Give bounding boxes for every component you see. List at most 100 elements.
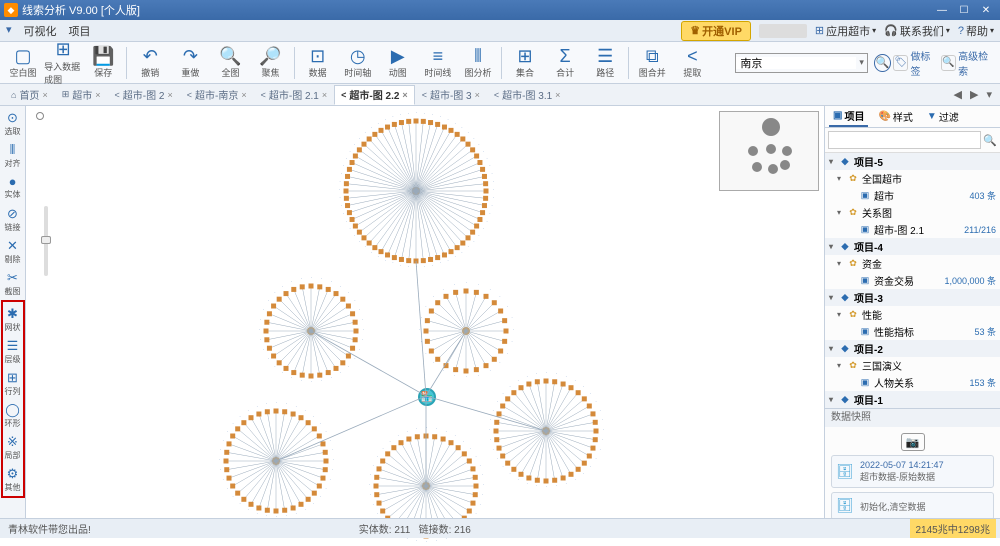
tool-导入数据成图[interactable]: ⊞导入数据成图 <box>44 44 82 82</box>
tool-撤销[interactable]: ↶撤销 <box>131 44 169 82</box>
tool-全图[interactable]: 🔍全图 <box>211 44 249 82</box>
tree-folder[interactable]: ▾✿性能 <box>825 306 1000 323</box>
side-链接[interactable]: ⊘链接 <box>2 204 24 234</box>
svg-text:·: · <box>486 156 487 161</box>
side-剔除[interactable]: ✕剔除 <box>2 236 24 266</box>
svg-text:·: · <box>432 112 433 117</box>
tab-超市-图 2.1[interactable]: <超市-图 2.1× <box>254 85 335 105</box>
hub-node[interactable]: 🏪 <box>418 388 436 406</box>
tab-project[interactable]: ▣项目 <box>829 106 868 127</box>
svg-text:·: · <box>490 286 491 291</box>
tab-nav[interactable]: ▾ <box>982 88 996 101</box>
vip-button[interactable]: ♛开通VIP <box>681 21 751 41</box>
advanced-search-button[interactable]: 🔍高级检索 <box>941 48 996 78</box>
svg-text:·: · <box>483 149 484 154</box>
side-实体[interactable]: ●实体 <box>2 172 24 202</box>
tool-路径[interactable]: ☰路径 <box>586 44 624 82</box>
layout-网状[interactable]: ✱网状 <box>2 304 24 334</box>
menu-project[interactable]: 项目 <box>69 23 91 39</box>
svg-text:·: · <box>419 327 420 332</box>
side-选取[interactable]: ⊙选取 <box>2 108 24 138</box>
tab-超市-图 3[interactable]: <超市-图 3× <box>415 85 487 105</box>
tree-folder[interactable]: ▾✿资金 <box>825 255 1000 272</box>
svg-text:·: · <box>340 370 341 375</box>
svg-text:·: · <box>445 428 446 433</box>
zoom-thumb[interactable] <box>41 236 51 244</box>
tool-空白图[interactable]: ▢空白图 <box>4 44 42 82</box>
layout-其他[interactable]: ⚙其他 <box>2 464 24 494</box>
zoom-slider[interactable] <box>44 206 48 276</box>
tab-超市-图 2.2[interactable]: <超市-图 2.2× <box>334 85 415 105</box>
tree-leaf[interactable]: ▣资金交易1,000,000 条 <box>825 272 1000 289</box>
snapshot-item[interactable]: 🗄 2022-05-07 14:21:47超市数据-原始数据 <box>831 455 994 488</box>
maximize-button[interactable]: ☐ <box>954 2 974 18</box>
help-link[interactable]: ?帮助▾ <box>958 23 994 39</box>
layout-环形[interactable]: ◯环形 <box>2 400 24 430</box>
tab-style[interactable]: 🎨样式 <box>874 107 916 126</box>
tag-button[interactable]: 🏷做标签 <box>893 48 939 78</box>
tool-保存[interactable]: 💾保存 <box>84 44 122 82</box>
tool-合计[interactable]: Σ合计 <box>546 44 584 82</box>
svg-text:·: · <box>372 463 373 468</box>
svg-text:·: · <box>359 239 360 244</box>
tree-project[interactable]: ▾◆项目-2 <box>825 340 1000 357</box>
tab-nav[interactable]: ▶ <box>966 88 982 101</box>
tool-集合[interactable]: ⊞集合 <box>506 44 544 82</box>
snapshot-camera-button[interactable]: 📷 <box>901 433 925 451</box>
snapshot-item[interactable]: 🗄 初始化,清空数据 <box>831 492 994 520</box>
svg-text:·: · <box>377 511 378 516</box>
minimize-button[interactable]: — <box>932 2 952 18</box>
tree-folder[interactable]: ▾✿关系图 <box>825 204 1000 221</box>
minimap[interactable] <box>719 111 819 191</box>
svg-text:·: · <box>583 471 584 476</box>
tree-leaf[interactable]: ▣性能指标53 条 <box>825 323 1000 340</box>
graph-canvas[interactable]: ········································… <box>26 106 825 536</box>
svg-text:·: · <box>295 403 296 408</box>
tool-动图[interactable]: ▶动图 <box>379 44 417 82</box>
tree-leaf[interactable]: ▣人物关系153 条 <box>825 374 1000 391</box>
user-avatar[interactable] <box>759 24 807 38</box>
tab-filter[interactable]: ▼过滤 <box>923 107 963 126</box>
tree-project[interactable]: ▾◆项目-1 <box>825 391 1000 408</box>
tool-重做[interactable]: ↷重做 <box>171 44 209 82</box>
search-icon[interactable]: 🔍 <box>983 134 997 147</box>
close-button[interactable]: ✕ <box>976 2 996 18</box>
side-对齐[interactable]: ⫴对齐 <box>2 140 24 170</box>
tree-project[interactable]: ▾◆项目-5 <box>825 153 1000 170</box>
svg-text:·: · <box>371 125 372 130</box>
tool-数据[interactable]: ⊡数据 <box>299 44 337 82</box>
tree-project[interactable]: ▾◆项目-3 <box>825 289 1000 306</box>
tool-时间线[interactable]: ≡时间线 <box>419 44 457 82</box>
svg-text:·: · <box>425 351 426 356</box>
tool-图分析[interactable]: ⫴图分析 <box>459 44 497 82</box>
contact-link[interactable]: 🎧联系我们▾ <box>884 23 950 39</box>
svg-text:·: · <box>507 304 508 309</box>
tree-leaf[interactable]: ▣超市403 条 <box>825 187 1000 204</box>
tool-聚焦[interactable]: 🔎聚焦 <box>252 44 290 82</box>
layout-层级[interactable]: ☰层级 <box>2 336 24 366</box>
tab-nav[interactable]: ◀ <box>950 88 966 101</box>
layout-行列[interactable]: ⊞行列 <box>2 368 24 398</box>
app-market-link[interactable]: ⊞应用超市▾ <box>815 23 876 39</box>
chevron-down-icon[interactable]: ▾ <box>6 23 12 39</box>
search-button[interactable]: 🔍 <box>874 54 891 72</box>
layout-局部[interactable]: ※局部 <box>2 432 24 462</box>
tab-超市[interactable]: ⊞超市× <box>55 85 108 105</box>
tool-图合并[interactable]: ⧉图合并 <box>633 44 671 82</box>
tree-leaf[interactable]: ▣超市-图 2.1211/216 <box>825 221 1000 238</box>
tree-project[interactable]: ▾◆项目-4 <box>825 238 1000 255</box>
tool-时间轴[interactable]: ◷时间轴 <box>339 44 377 82</box>
tree-folder[interactable]: ▾✿全国超市 <box>825 170 1000 187</box>
project-search-input[interactable] <box>828 131 981 149</box>
svg-text:·: · <box>346 156 347 161</box>
tab-超市-南京[interactable]: <超市-南京× <box>180 85 254 105</box>
tab-超市-图 2[interactable]: <超市-图 2× <box>108 85 180 105</box>
menu-visualize[interactable]: 可视化 <box>24 23 57 39</box>
tree-folder[interactable]: ▾✿三国演义 <box>825 357 1000 374</box>
tool-提取[interactable]: <提取 <box>673 44 711 82</box>
tab-首页[interactable]: ⌂首页× <box>4 85 55 105</box>
search-input[interactable] <box>736 57 856 69</box>
tab-超市-图 3.1[interactable]: <超市-图 3.1× <box>487 85 568 105</box>
side-截图[interactable]: ✂截图 <box>2 268 24 298</box>
svg-text:·: · <box>377 454 378 459</box>
